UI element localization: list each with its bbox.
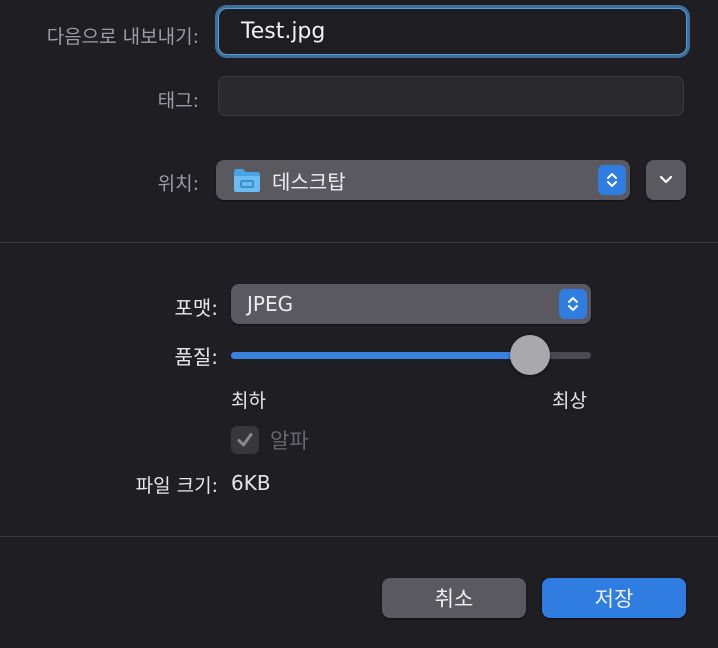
- file-size-value: 6KB: [231, 471, 271, 495]
- alpha-label: 알파: [270, 429, 309, 453]
- cancel-button-label: 취소: [434, 587, 474, 611]
- export-as-label: 다음으로 내보내기:: [46, 26, 199, 48]
- format-label: 포맷:: [174, 296, 218, 320]
- format-value: JPEG: [247, 292, 294, 316]
- chevron-down-icon: [659, 175, 673, 184]
- tags-input[interactable]: [218, 76, 684, 116]
- quality-slider-fill: [231, 352, 530, 359]
- folder-icon: [234, 169, 260, 192]
- quality-slider-knob[interactable]: [509, 335, 550, 375]
- expand-button[interactable]: [646, 160, 686, 200]
- location-label: 위치:: [157, 173, 199, 195]
- format-popup[interactable]: JPEG: [231, 284, 591, 324]
- quality-label: 품질:: [174, 345, 218, 369]
- location-popup[interactable]: 데스크탑: [216, 160, 630, 200]
- save-button-label: 저장: [594, 587, 634, 611]
- file-size-label: 파일 크기:: [135, 475, 218, 497]
- quality-max-label: 최상: [552, 390, 587, 412]
- alpha-checkbox[interactable]: [231, 426, 259, 454]
- filename-value: Test.jpg: [241, 19, 326, 44]
- save-button[interactable]: 저장: [542, 578, 686, 618]
- stepper-icon: [559, 289, 587, 319]
- stepper-icon: [598, 165, 626, 195]
- divider: [0, 242, 718, 243]
- checkmark-icon: [237, 433, 253, 447]
- quality-min-label: 최하: [231, 390, 266, 412]
- cancel-button[interactable]: 취소: [382, 578, 526, 618]
- quality-slider[interactable]: [231, 335, 591, 375]
- tags-label: 태그:: [157, 90, 199, 112]
- location-value: 데스크탑: [272, 169, 346, 194]
- filename-input[interactable]: Test.jpg: [218, 8, 687, 55]
- divider: [0, 536, 718, 537]
